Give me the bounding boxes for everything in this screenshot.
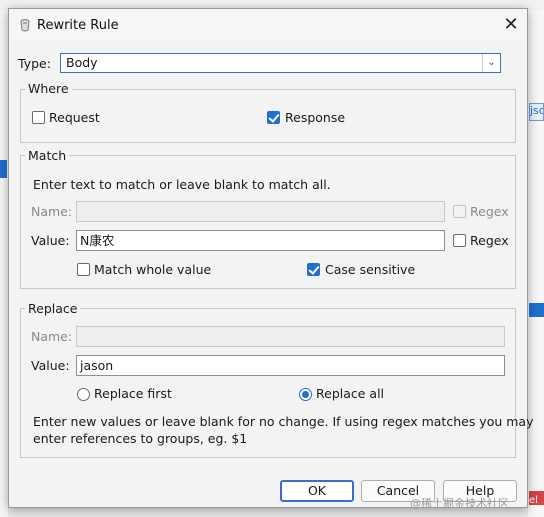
chevron-down-icon[interactable]: ⌄ — [482, 54, 500, 72]
app-pot-icon — [20, 19, 30, 32]
replace-value-label: Value: — [31, 358, 70, 373]
background-tab-right[interactable]: jsc — [529, 103, 544, 121]
match-value-regex-label: Regex — [470, 233, 509, 248]
where-group-title: Where — [25, 81, 72, 96]
match-name-regex-checkbox[interactable] — [453, 205, 466, 218]
type-select[interactable]: Body ⌄ — [60, 53, 501, 73]
background-app-right — [528, 10, 544, 517]
background-app-left — [0, 10, 8, 517]
rewrite-rule-dialog: Rewrite Rule ✕ Type: Body ⌄ Where Reques… — [8, 8, 533, 508]
replace-name-input[interactable] — [76, 326, 505, 347]
background-button-right[interactable]: el — [529, 491, 544, 506]
match-name-label: Name: — [31, 204, 73, 219]
match-name-regex-label: Regex — [470, 204, 509, 219]
close-icon: ✕ — [503, 14, 519, 35]
request-checkbox[interactable] — [32, 111, 45, 124]
match-value-input[interactable]: N康农 — [76, 230, 445, 251]
replace-first-radio[interactable] — [77, 388, 90, 401]
dialog-title: Rewrite Rule — [37, 18, 119, 33]
replace-group-title: Replace — [25, 301, 81, 316]
watermark: @稀土掘金技术社区 — [410, 497, 509, 510]
match-whole-label: Match whole value — [94, 262, 212, 277]
type-select-value: Body — [66, 55, 98, 70]
match-whole-checkbox[interactable] — [77, 263, 90, 276]
match-hint: Enter text to match or leave blank to ma… — [33, 177, 331, 192]
replace-value-input[interactable]: jason — [76, 355, 505, 376]
request-label: Request — [49, 110, 100, 125]
title-bar: Rewrite Rule ✕ — [9, 9, 527, 41]
case-sensitive-label: Case sensitive — [325, 262, 416, 277]
match-name-input[interactable] — [76, 201, 445, 222]
replace-help-line1: Enter new values or leave blank for no c… — [33, 414, 534, 429]
replace-first-label: Replace first — [94, 386, 172, 401]
replace-all-radio[interactable] — [299, 388, 312, 401]
match-value-regex-checkbox[interactable] — [453, 234, 466, 247]
close-button[interactable]: ✕ — [498, 13, 524, 37]
type-label: Type: — [18, 56, 51, 71]
match-group-title: Match — [25, 148, 70, 163]
background-selection-left — [0, 160, 7, 178]
background-button-label: el — [529, 495, 538, 506]
ok-button[interactable]: OK — [280, 480, 354, 502]
response-label: Response — [285, 110, 346, 125]
case-sensitive-checkbox[interactable] — [307, 263, 320, 276]
response-checkbox[interactable] — [267, 111, 280, 124]
replace-help-line2: enter references to groups, eg. $1 — [33, 431, 248, 446]
replace-name-label: Name: — [31, 329, 73, 344]
match-value-label: Value: — [31, 233, 70, 248]
replace-all-label: Replace all — [316, 386, 385, 401]
background-selection-right — [529, 303, 544, 317]
